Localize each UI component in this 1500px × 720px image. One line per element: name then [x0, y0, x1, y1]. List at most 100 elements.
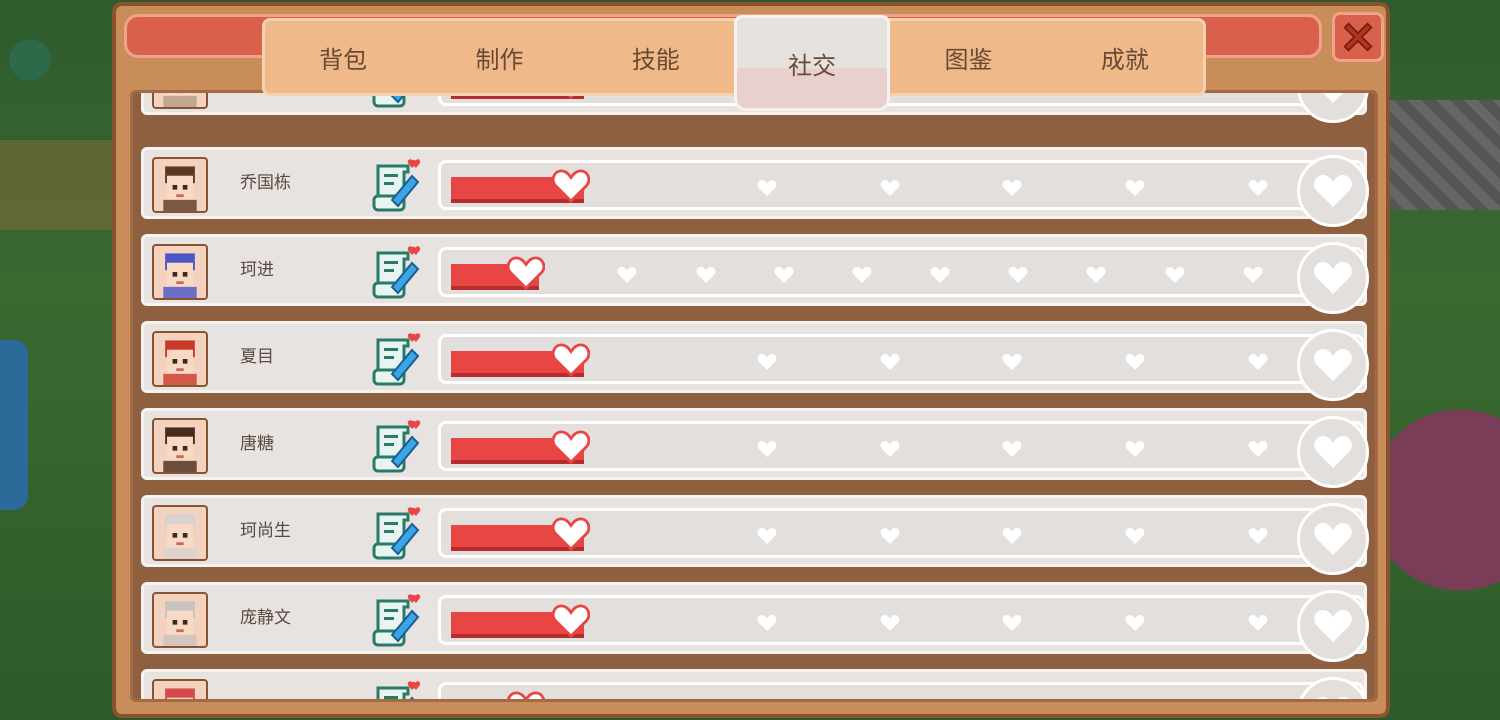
max-heart-slot: [1297, 329, 1369, 401]
tab-bar: 背包 制作 技能 社交 图鉴 成就: [262, 15, 1206, 111]
heart-icon: [1314, 175, 1352, 207]
heart-icon: [1125, 615, 1145, 631]
heart-icon: [930, 267, 950, 283]
heart-icon: [1248, 354, 1268, 370]
heart-icon: [1002, 180, 1022, 196]
npc-name: 珂进: [240, 260, 274, 280]
friendship-bar: [438, 590, 1369, 662]
heart-icon: [930, 701, 950, 702]
friendship-bar: [438, 416, 1369, 488]
heart-icon: [1314, 436, 1352, 468]
heart-icon: [774, 701, 794, 702]
heart-icon: [1314, 262, 1352, 294]
gift-letter-icon[interactable]: [372, 330, 424, 388]
heart-icon: [774, 267, 794, 283]
heart-icon: [1002, 528, 1022, 544]
heart-icon: [1243, 701, 1263, 702]
heart-icon: [1002, 354, 1022, 370]
heart-icon: [507, 691, 545, 699]
npc-row[interactable]: 珂进: [141, 234, 1369, 314]
background-path: [0, 140, 112, 230]
heart-icon: [1248, 615, 1268, 631]
heart-icon: [552, 169, 590, 203]
npc-row[interactable]: 庞静文: [141, 582, 1369, 662]
heart-icon: [1008, 267, 1028, 283]
heart-icon: [1002, 615, 1022, 631]
heart-icon: [1125, 441, 1145, 457]
heart-icon: [552, 430, 590, 464]
heart-icon: [880, 180, 900, 196]
tab-social[interactable]: 社交: [733, 15, 891, 111]
heart-icon: [880, 441, 900, 457]
heart-icon: [757, 354, 777, 370]
heart-icon: [1317, 697, 1349, 699]
gift-letter-icon[interactable]: [372, 678, 424, 699]
heart-icon: [552, 517, 590, 551]
heart-icon: [1248, 528, 1268, 544]
gift-letter-icon[interactable]: [372, 417, 424, 475]
max-heart-slot: [1297, 155, 1369, 227]
heart-icon: [1002, 441, 1022, 457]
heart-icon: [1314, 349, 1352, 381]
npc-row[interactable]: [141, 669, 1369, 702]
heart-icon: [1314, 523, 1352, 555]
max-heart-slot: [1297, 416, 1369, 488]
heart-icon: [757, 441, 777, 457]
npc-name: 乔国栋: [240, 173, 291, 193]
friendship-bar: [438, 242, 1369, 314]
heart-icon: [1165, 701, 1185, 702]
heart-icon: [1323, 93, 1343, 103]
friendship-fill: [451, 699, 539, 702]
heart-icon: [880, 354, 900, 370]
heart-icon: [1125, 528, 1145, 544]
heart-icon: [1125, 354, 1145, 370]
heart-icon: [696, 701, 716, 702]
npc-portrait: [152, 418, 208, 474]
heart-icon: [1314, 610, 1352, 642]
npc-row[interactable]: 乔国栋: [141, 147, 1369, 227]
tab-achievements[interactable]: 成就: [1047, 21, 1203, 93]
heart-icon: [880, 528, 900, 544]
gift-letter-icon[interactable]: [372, 243, 424, 301]
heart-icon: [1248, 180, 1268, 196]
tab-collection[interactable]: 图鉴: [890, 21, 1046, 93]
max-heart-slot: [1297, 93, 1369, 123]
npc-portrait: [152, 679, 208, 699]
friendship-bar: [438, 155, 1369, 227]
tab-crafting[interactable]: 制作: [421, 21, 577, 93]
gift-letter-icon[interactable]: [372, 156, 424, 214]
friendship-bar: [438, 503, 1369, 575]
heart-icon: [507, 256, 545, 290]
npc-portrait: [152, 505, 208, 561]
friendship-bar: [438, 329, 1369, 401]
npc-row[interactable]: 珂尚生: [141, 495, 1369, 575]
npc-portrait: [152, 331, 208, 387]
npc-list[interactable]: 乔国栋 珂进 夏目 唐糖 珂尚生 庞静文: [130, 90, 1378, 702]
max-heart-slot: [1297, 503, 1369, 575]
npc-row[interactable]: 唐糖: [141, 408, 1369, 488]
gift-letter-icon[interactable]: [372, 591, 424, 649]
npc-name: 庞静文: [240, 608, 291, 628]
tab-skills[interactable]: 技能: [578, 21, 734, 93]
npc-portrait: [152, 244, 208, 300]
heart-icon: [617, 267, 637, 283]
background-water: [0, 340, 28, 510]
npc-portrait: [152, 93, 208, 109]
heart-icon: [552, 343, 590, 377]
heart-icon: [880, 615, 900, 631]
gift-letter-icon[interactable]: [372, 504, 424, 562]
heart-icon: [1125, 180, 1145, 196]
npc-name: 唐糖: [240, 434, 274, 454]
tab-backpack[interactable]: 背包: [265, 21, 421, 93]
heart-icon: [1248, 90, 1268, 93]
heart-icon: [1248, 441, 1268, 457]
close-icon: [1343, 22, 1373, 52]
max-heart-slot: [1297, 590, 1369, 662]
close-button[interactable]: [1332, 12, 1384, 62]
npc-portrait: [152, 592, 208, 648]
max-heart-slot: [1297, 677, 1369, 699]
heart-icon: [696, 267, 716, 283]
npc-row[interactable]: 夏目: [141, 321, 1369, 401]
max-heart-slot: [1297, 242, 1369, 314]
background-stone-wall: [1390, 100, 1500, 210]
